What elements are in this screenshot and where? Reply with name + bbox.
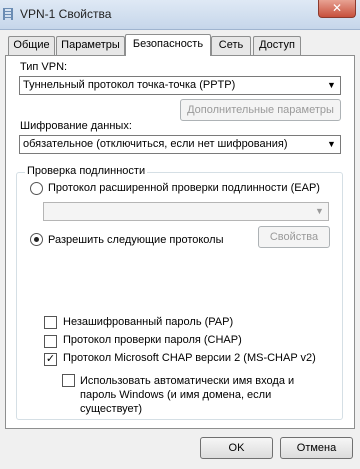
tab-parameters-label: Параметры — [61, 39, 120, 51]
chap-checkbox[interactable] — [44, 335, 57, 348]
cancel-button[interactable]: Отмена — [280, 437, 353, 459]
checkmark-icon: ✓ — [45, 353, 56, 365]
properties-button-label: Свойства — [269, 231, 319, 243]
mschapv2-checkbox[interactable]: ✓ — [44, 353, 57, 366]
radio-selected-dot — [34, 237, 39, 242]
tab-network[interactable]: Сеть — [211, 36, 251, 55]
tab-network-label: Сеть — [218, 39, 244, 51]
chap-label: Протокол проверки пароля (CHAP) — [63, 334, 242, 346]
eap-radio[interactable] — [30, 182, 43, 195]
chevron-down-icon: ▼ — [323, 136, 340, 153]
tab-strip: Общие Параметры Безопасность Сеть Доступ — [0, 34, 360, 56]
tab-parameters[interactable]: Параметры — [56, 36, 125, 55]
tab-general[interactable]: Общие — [8, 36, 55, 55]
tab-security-label: Безопасность — [132, 38, 204, 50]
allow-protocols-radio[interactable] — [30, 233, 43, 246]
encryption-label: Шифрование данных: — [20, 120, 132, 132]
close-icon: ✕ — [331, 1, 343, 15]
encryption-value: обязательное (отключиться, если нет шифр… — [23, 138, 288, 150]
auto-login-label-line3: существует) — [80, 403, 143, 415]
network-connection-icon — [3, 8, 13, 20]
mschapv2-label: Протокол Microsoft CHAP версии 2 (MS-CHA… — [63, 352, 316, 364]
vpn-type-value: Туннельный протокол точка-точка (PPTP) — [23, 79, 236, 91]
close-button[interactable]: ✕ — [318, 0, 356, 18]
allow-protocols-label: Разрешить следующие протоколы — [48, 234, 224, 246]
auto-login-checkbox[interactable] — [62, 374, 75, 387]
vpn-type-select[interactable]: Туннельный протокол точка-точка (PPTP) ▼ — [19, 76, 341, 95]
advanced-parameters-label: Дополнительные параметры — [187, 104, 334, 116]
tab-access[interactable]: Доступ — [253, 36, 301, 55]
chevron-down-icon: ▼ — [323, 77, 340, 94]
authentication-group-title: Проверка подлинности — [25, 165, 148, 177]
pap-checkbox[interactable] — [44, 316, 57, 329]
ok-button[interactable]: OK — [200, 437, 273, 459]
encryption-select[interactable]: обязательное (отключиться, если нет шифр… — [19, 135, 341, 154]
window-title: VPN-1 Свойства — [20, 7, 112, 21]
tab-general-label: Общие — [13, 39, 50, 51]
tab-access-label: Доступ — [259, 39, 295, 51]
auto-login-label-line2: пароль Windows (и имя домена, если — [80, 389, 272, 401]
properties-button[interactable]: Свойства — [258, 226, 330, 248]
chevron-down-icon: ▼ — [311, 203, 328, 220]
auto-login-label-line1: Использовать автоматически имя входа и — [80, 375, 295, 387]
tab-security[interactable]: Безопасность — [125, 34, 211, 56]
pap-label: Незашифрованный пароль (PAP) — [63, 316, 234, 328]
eap-select[interactable]: ▼ — [43, 202, 329, 221]
eap-radio-label: Протокол расширенной проверки подлинност… — [48, 182, 320, 194]
title-bar: VPN-1 Свойства ✕ — [0, 0, 360, 30]
ok-button-label: OK — [228, 442, 245, 454]
advanced-parameters-button[interactable]: Дополнительные параметры — [180, 99, 341, 121]
vpn-type-label: Тип VPN: — [20, 61, 68, 73]
cancel-button-label: Отмена — [296, 442, 337, 454]
